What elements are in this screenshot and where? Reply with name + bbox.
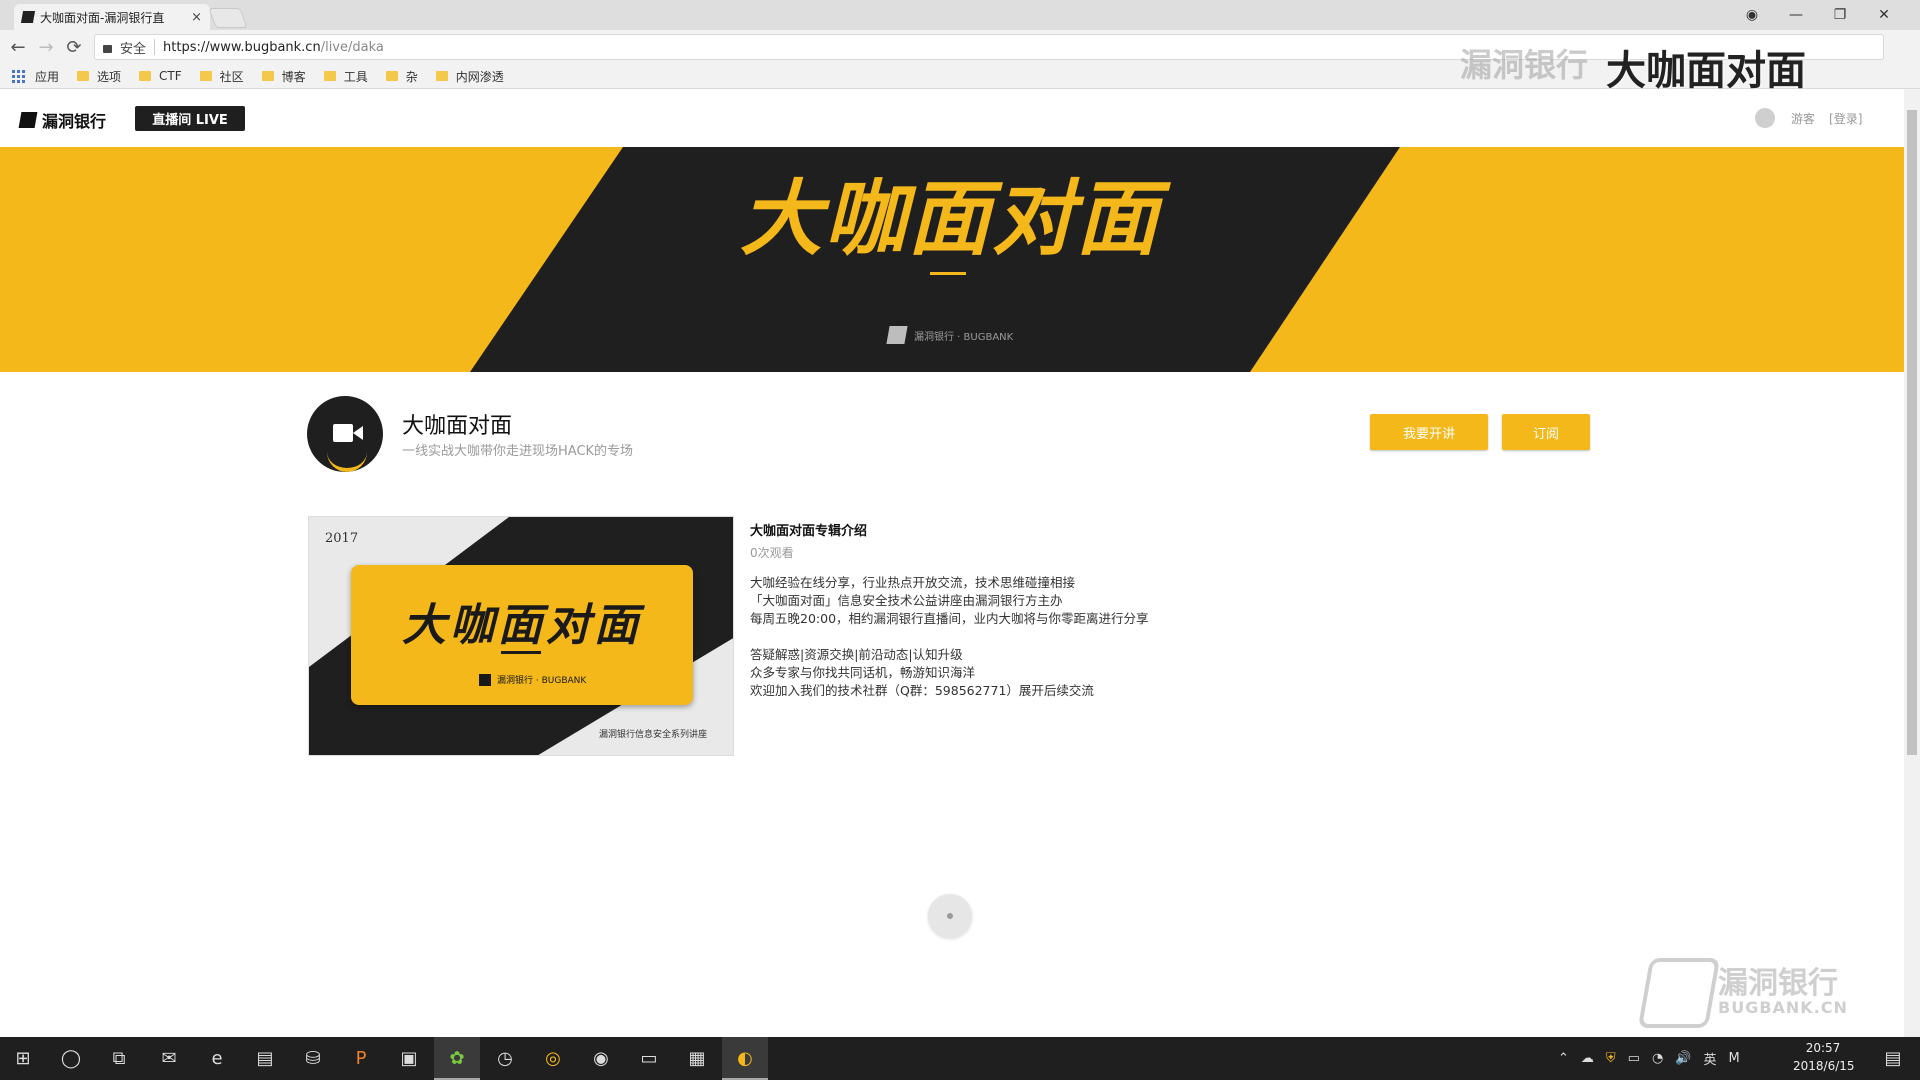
clock-time: 20:57 — [1805, 1041, 1841, 1055]
restore-button[interactable]: ❐ — [1818, 2, 1862, 28]
url-host: https://www.bugbank.cn — [163, 39, 321, 55]
site-logo[interactable]: 漏洞银行 — [18, 108, 106, 132]
bugbank-logo-icon — [1637, 958, 1721, 1028]
clock-date: 2018/6/15 — [1793, 1059, 1855, 1073]
watermark-bottom: 漏洞银行 BUGBANK.CN — [1637, 958, 1864, 1028]
folder-icon — [199, 71, 212, 81]
album-intro-title[interactable]: 大咖面对面专辑介绍 — [750, 520, 867, 539]
watermark-top-title: 大咖面对面 — [1606, 48, 1806, 94]
banner-brand: 漏洞银行 · BUGBANK — [886, 326, 1013, 344]
app-tray-icon[interactable]: M — [1729, 1051, 1740, 1066]
powerpoint-icon[interactable]: P — [338, 1037, 384, 1080]
bugbank-logo-icon — [479, 673, 491, 686]
battery-icon[interactable]: ▭ — [1628, 1051, 1640, 1066]
file-explorer-icon[interactable]: ▤ — [242, 1037, 288, 1080]
cloud-icon[interactable]: ☁ — [1581, 1051, 1594, 1066]
url-path: /live/daka — [320, 39, 384, 55]
task-view-icon[interactable]: ⧉ — [96, 1037, 142, 1080]
secure-label: 安全 — [120, 41, 147, 57]
tab-title: 大咖面对面-漏洞银行直 — [40, 10, 165, 25]
bookmark-folder[interactable]: CTF — [139, 69, 182, 83]
channel-avatar — [307, 396, 383, 472]
app-icon[interactable]: ◉ — [578, 1037, 624, 1080]
notepad-icon[interactable]: ▦ — [674, 1037, 720, 1080]
system-tray: ⌃ ☁ ⛨ ▭ ◔ 🔊 英 M — [1558, 1037, 1740, 1080]
thumbnail-brand: 漏洞银行 · BUGBANK — [479, 673, 586, 686]
live-room-button[interactable]: 直播间 LIVE — [135, 106, 245, 131]
bookmark-folder[interactable]: 博客 — [261, 68, 306, 85]
view-count: 0次观看 — [750, 546, 794, 560]
chrome-icon[interactable]: ◐ — [722, 1037, 768, 1080]
folder-icon — [261, 71, 274, 81]
apply-lecture-button[interactable]: 我要开讲 — [1370, 414, 1488, 450]
thumbnail-title: 大咖面对面 — [402, 600, 642, 651]
bookmark-folder[interactable]: 选项 — [77, 68, 121, 85]
bookmark-apps[interactable]: 应用 — [35, 68, 59, 85]
bookmark-folder[interactable]: 工具 — [323, 68, 368, 85]
bookmark-folder[interactable]: 内网渗透 — [435, 68, 504, 85]
new-tab-button[interactable] — [208, 8, 248, 28]
bugbank-logo-icon — [886, 326, 908, 344]
close-window-button[interactable]: ✕ — [1862, 2, 1906, 28]
banner-title: 大咖面对面 — [740, 172, 1160, 267]
folder-icon — [139, 71, 152, 81]
start-icon[interactable]: ⊞ — [0, 1037, 46, 1080]
album-thumbnail[interactable]: 2017 大咖面对面 漏洞银行 · BUGBANK 漏洞银行信息安全系列讲座 — [308, 516, 734, 756]
scrollbar-thumb[interactable] — [1907, 110, 1917, 755]
search-icon[interactable]: ◯ — [48, 1037, 94, 1080]
folder-icon — [77, 71, 90, 81]
input-method-icon[interactable]: 英 — [1704, 1049, 1717, 1068]
apps-grid-icon[interactable] — [12, 69, 25, 83]
mail-icon[interactable]: ✉ — [146, 1037, 192, 1080]
thumbnail-footer: 漏洞银行信息安全系列讲座 — [599, 730, 708, 740]
site-favicon-icon — [20, 11, 36, 23]
bugbank-logo-icon — [18, 112, 38, 128]
album-intro-body: 大咖经验在线分享，行业热点开放交流，技术思维碰撞相接 「大咖面对面」信息安全技术… — [750, 575, 1149, 698]
network-icon[interactable]: ◔ — [1652, 1051, 1663, 1066]
bookmark-folder[interactable]: 社区 — [199, 68, 244, 85]
banner-underline — [930, 272, 966, 275]
store-icon[interactable]: ⛁ — [290, 1037, 336, 1080]
reload-icon[interactable]: ⟳ — [60, 34, 88, 60]
wechat-icon[interactable]: ✿ — [434, 1037, 480, 1080]
guest-label: 游客 — [1791, 111, 1816, 126]
tab-close-icon[interactable]: × — [191, 10, 202, 25]
video-camera-icon — [333, 424, 353, 442]
thumbnail-card: 大咖面对面 漏洞银行 · BUGBANK — [351, 565, 693, 705]
lock-icon — [103, 45, 112, 53]
site-header — [0, 89, 1904, 147]
system-clock[interactable]: 20:57 2018/6/15 — [1793, 1039, 1855, 1079]
app-icon[interactable]: ▣ — [386, 1037, 432, 1080]
edge-browser-icon[interactable]: e — [194, 1037, 240, 1080]
loading-spinner — [928, 894, 972, 938]
divider — [154, 39, 156, 55]
user-area: 游客 [登录] — [1755, 108, 1862, 128]
watermark-top-text: 漏洞银行 — [1460, 46, 1589, 84]
profile-icon[interactable]: ◉ — [1730, 2, 1774, 28]
notification-icon[interactable]: ▤ — [1870, 1037, 1916, 1080]
back-arrow-icon[interactable]: ← — [4, 34, 32, 60]
minimize-button[interactable]: — — [1774, 2, 1818, 28]
bookmark-folder[interactable]: 杂 — [385, 68, 418, 85]
login-link[interactable]: [登录] — [1829, 110, 1862, 127]
folder-icon — [385, 71, 398, 81]
folder-icon — [435, 71, 448, 81]
folder-icon — [323, 71, 336, 81]
browser-tab[interactable]: 大咖面对面-漏洞银行直 × — [14, 4, 210, 30]
browser-titlebar — [0, 0, 1920, 30]
terminal-icon[interactable]: ▭ — [626, 1037, 672, 1080]
clock-app-icon[interactable]: ◷ — [482, 1037, 528, 1080]
forward-arrow-icon[interactable]: → — [32, 34, 60, 60]
subscribe-button[interactable]: 订阅 — [1502, 414, 1590, 450]
app-icon[interactable]: ◎ — [530, 1037, 576, 1080]
shield-icon[interactable]: ⛨ — [1606, 1051, 1616, 1066]
channel-description: 一线实战大咖带你走进现场HACK的专场 — [402, 444, 634, 459]
thumbnail-year: 2017 — [325, 531, 359, 546]
volume-icon[interactable]: 🔊 — [1675, 1051, 1691, 1066]
avatar[interactable] — [1755, 108, 1775, 128]
show-hidden-icon[interactable]: ⌃ — [1558, 1051, 1569, 1066]
channel-name: 大咖面对面 — [402, 414, 513, 439]
